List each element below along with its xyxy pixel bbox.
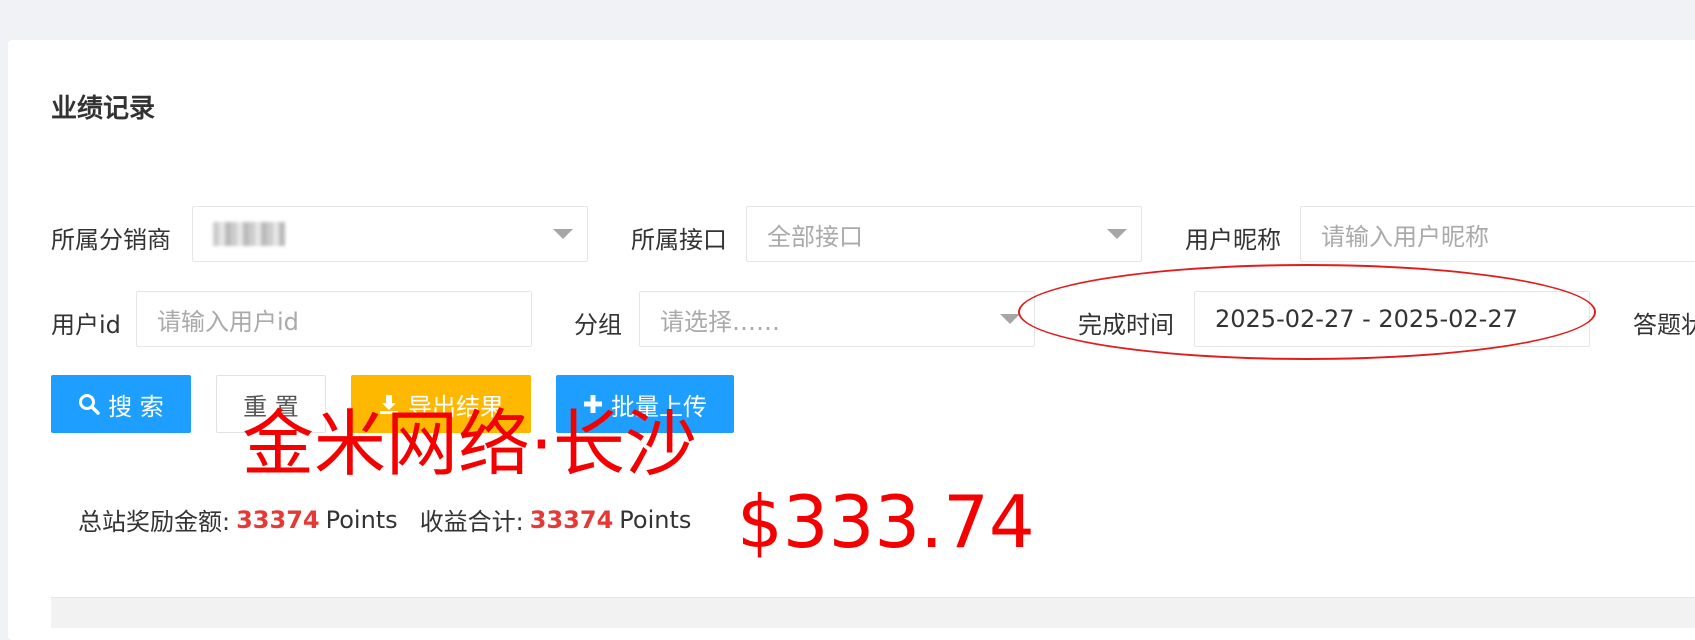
- distributor-label: 所属分销商: [51, 226, 171, 254]
- total-reward-unit: Points: [325, 505, 398, 534]
- user-id-input[interactable]: 请输入用户id: [136, 291, 532, 347]
- income-unit: Points: [619, 505, 692, 534]
- finish-time-label: 完成时间: [1078, 311, 1174, 339]
- chevron-down-icon: [553, 229, 573, 239]
- search-icon: [78, 393, 100, 415]
- user-id-label: 用户id: [51, 311, 121, 339]
- interface-select[interactable]: 全部接口: [746, 206, 1142, 262]
- table-header: [51, 597, 1695, 628]
- nickname-input[interactable]: 请输入用户昵称: [1300, 206, 1695, 262]
- interface-select-value: 全部接口: [767, 222, 863, 251]
- watermark-text: 金米网络·长沙: [242, 402, 697, 486]
- chevron-down-icon: [1107, 229, 1127, 239]
- group-select[interactable]: 请选择……: [639, 291, 1035, 347]
- finish-time-range-input[interactable]: 2025-02-27 - 2025-02-27: [1194, 291, 1590, 347]
- total-reward-label: 总站奖励金额:: [78, 508, 231, 536]
- chevron-down-icon: [1000, 314, 1020, 324]
- page-title: 业绩记录: [51, 94, 156, 124]
- group-placeholder: 请选择……: [660, 307, 780, 336]
- group-label: 分组: [574, 311, 622, 339]
- income-label: 收益合计:: [419, 508, 524, 536]
- finish-time-value: 2025-02-27 - 2025-02-27: [1215, 305, 1518, 333]
- answer-status-label: 答题状: [1633, 311, 1695, 339]
- search-button[interactable]: 搜 索: [51, 375, 191, 433]
- distributor-select[interactable]: [192, 206, 588, 262]
- stats-summary: 总站奖励金额: 33374 Points 收益合计: 33374 Points: [78, 502, 691, 537]
- distributor-value-redacted: [213, 222, 285, 246]
- search-button-label: 搜 索: [108, 392, 164, 421]
- amount-annotation: $333.74: [737, 480, 1035, 564]
- interface-label: 所属接口: [631, 226, 727, 254]
- user-id-placeholder: 请输入用户id: [157, 307, 299, 336]
- income-value: 33374: [529, 505, 614, 534]
- nickname-placeholder: 请输入用户昵称: [1321, 222, 1489, 251]
- total-reward-value: 33374: [236, 505, 320, 534]
- nickname-label: 用户昵称: [1185, 226, 1281, 254]
